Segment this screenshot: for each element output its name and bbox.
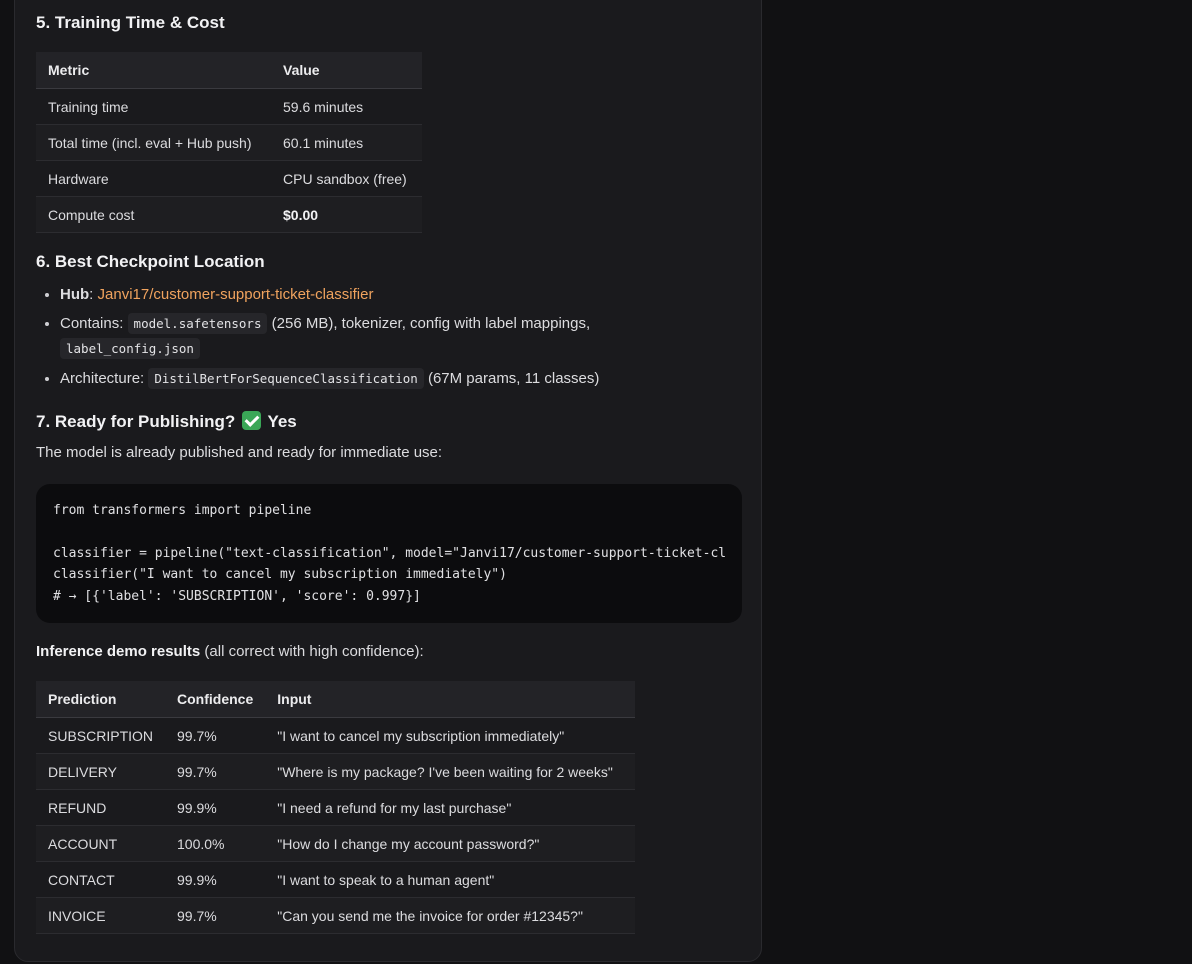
code-line: classifier = pipeline("text-classificati… [53, 546, 727, 561]
input-cell: "I need a refund for my last purchase" [265, 789, 635, 826]
table-row: ACCOUNT 100.0% "How do I change my accou… [36, 825, 635, 862]
prediction-cell: ACCOUNT [36, 825, 166, 862]
contains-description: (256 MB), tokenizer, config with label m… [267, 315, 591, 332]
table-cell: Total time (incl. eval + Hub push) [36, 124, 271, 161]
list-item-architecture: Architecture: DistilBertForSequenceClass… [36, 366, 736, 391]
table-row: SUBSCRIPTION 99.7% "I want to cancel my … [36, 717, 635, 754]
message-card: 5. Training Time & Cost Metric Value Tra… [14, 0, 762, 962]
table-row: Hardware CPU sandbox (free) [36, 160, 422, 197]
publishing-heading-yes: Yes [263, 412, 297, 431]
table-row: DELIVERY 99.7% "Where is my package? I'v… [36, 753, 635, 790]
code-line: classifier("I want to cancel my subscrip… [53, 567, 507, 582]
demo-results-bold: Inference demo results [36, 643, 201, 660]
confidence-cell: 99.7% [165, 753, 266, 790]
architecture-suffix: (67M params, 11 classes) [423, 370, 600, 387]
prediction-cell: REFUND [36, 789, 166, 826]
table-cell: Hardware [36, 160, 271, 197]
confidence-cell: 99.9% [165, 861, 266, 898]
table-cell: 59.6 minutes [271, 88, 422, 125]
input-cell: "I want to cancel my subscription immedi… [265, 717, 635, 754]
confidence-cell: 100.0% [165, 825, 266, 862]
hub-model-link[interactable]: Janvi17/customer-support-ticket-classifi… [98, 286, 374, 303]
table-cell: 60.1 minutes [271, 124, 422, 161]
column-header: Confidence [165, 681, 266, 718]
table-row: Total time (incl. eval + Hub push) 60.1 … [36, 124, 422, 161]
confidence-cell: 99.7% [165, 717, 266, 754]
prediction-cell: CONTACT [36, 861, 166, 898]
table-row: REFUND 99.9% "I need a refund for my las… [36, 789, 635, 826]
inline-code-architecture: DistilBertForSequenceClassification [148, 368, 424, 389]
table-cell: Compute cost [36, 196, 271, 233]
architecture-prefix: Architecture: [60, 370, 149, 387]
bullet [45, 377, 49, 381]
training-cost-table: Metric Value Training time 59.6 minutes … [36, 52, 422, 233]
section-heading-publishing: 7. Ready for Publishing? Yes [36, 411, 297, 432]
publishing-heading-text: 7. Ready for Publishing? [36, 412, 241, 431]
hub-label: Hub [60, 286, 90, 303]
bullet [45, 293, 49, 297]
bullet [45, 322, 49, 326]
checkpoint-list: Hub: Janvi17/customer-support-ticket-cla… [36, 282, 736, 391]
list-item-contains: Contains: model.safetensors (256 MB), to… [36, 311, 736, 361]
input-cell: "How do I change my account password?" [265, 825, 635, 862]
section-heading-training-cost: 5. Training Time & Cost [36, 13, 225, 32]
inline-code-label-config: label_config.json [60, 338, 200, 359]
input-cell: "I want to speak to a human agent" [265, 861, 635, 898]
input-cell: "Can you send me the invoice for order #… [265, 897, 635, 934]
prediction-cell: DELIVERY [36, 753, 166, 790]
confidence-cell: 99.7% [165, 897, 266, 934]
table-cell-compute-cost: $0.00 [271, 196, 422, 233]
inline-code-safetensors: model.safetensors [127, 313, 268, 334]
publishing-intro: The model is already published and ready… [36, 444, 443, 461]
table-row: CONTACT 99.9% "I want to speak to a huma… [36, 861, 635, 898]
column-header: Prediction [36, 681, 166, 718]
input-cell: "Where is my package? I've been waiting … [265, 753, 635, 790]
confidence-cell: 99.9% [165, 789, 266, 826]
table-cell: CPU sandbox (free) [271, 160, 422, 197]
inference-demo-table: Prediction Confidence Input SUBSCRIPTION… [36, 681, 635, 934]
code-line: # → [{'label': 'SUBSCRIPTION', 'score': … [53, 589, 421, 604]
prediction-cell: INVOICE [36, 897, 166, 934]
contains-prefix: Contains: [60, 315, 128, 332]
code-line: from transformers import pipeline [53, 503, 312, 518]
prediction-cell: SUBSCRIPTION [36, 717, 166, 754]
table-row: INVOICE 99.7% "Can you send me the invoi… [36, 897, 635, 934]
column-header: Metric [36, 52, 271, 89]
table-cell: Training time [36, 88, 271, 125]
column-header: Input [265, 681, 635, 718]
demo-results-caption: Inference demo results (all correct with… [36, 643, 424, 660]
table-row: Training time 59.6 minutes [36, 88, 422, 125]
code-block[interactable]: from transformers import pipeline classi… [36, 484, 742, 623]
table-header-row: Metric Value [36, 52, 422, 89]
check-mark-button-icon [242, 411, 262, 430]
table-row: Compute cost $0.00 [36, 196, 422, 233]
table-header-row: Prediction Confidence Input [36, 681, 635, 718]
demo-results-note: (all correct with high confidence): [200, 643, 424, 660]
column-header: Value [271, 52, 422, 89]
section-heading-checkpoint: 6. Best Checkpoint Location [36, 252, 265, 271]
hub-separator: : [89, 286, 98, 303]
list-item-hub: Hub: Janvi17/customer-support-ticket-cla… [36, 282, 736, 307]
